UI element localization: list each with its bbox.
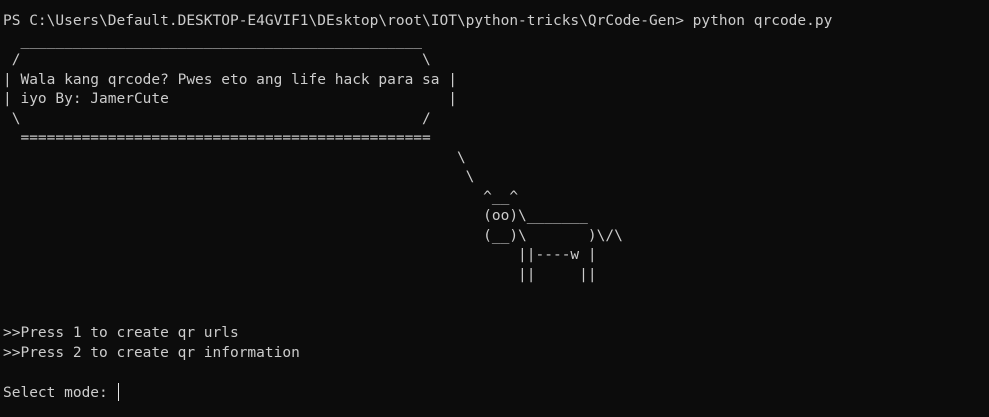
cow-line: (__)\ )\/\	[3, 227, 623, 244]
menu-option-2: >>Press 2 to create qr information	[3, 344, 300, 361]
menu-option-1: >>Press 1 to create qr urls	[3, 325, 239, 341]
command-line: PS C:\Users\Default.DESKTOP-E4GVIF1\DEsk…	[3, 13, 833, 29]
cow-line: ^__^	[3, 188, 519, 205]
bubble-top-border: ________________________________________…	[3, 32, 423, 49]
input-prompt: Select mode:	[3, 384, 117, 401]
input-line[interactable]: Select mode:	[3, 382, 989, 403]
bubble-top-corner: / \	[3, 52, 431, 68]
bubble-text-line-1: | Wala kang qrcode? Pwes eto ang life ha…	[3, 71, 457, 88]
bubble-text-line-2: | iyo By: JamerCute |	[3, 91, 457, 107]
text-cursor	[117, 382, 119, 401]
cow-line: \	[3, 149, 466, 166]
terminal-window[interactable]: PS C:\Users\Default.DESKTOP-E4GVIF1\DEsk…	[0, 0, 989, 417]
speech-bubble: ________________________________________…	[3, 32, 989, 149]
bubble-bottom-border: ========================================…	[3, 130, 431, 146]
cow-line: \	[3, 169, 475, 185]
cow-line: (oo)\_______	[3, 208, 588, 224]
cow-line: || ||	[3, 266, 597, 283]
cow-line: ||----w |	[3, 247, 597, 263]
ascii-cow: \ \ ^__^ (oo)\_______ (__)\)\/\ ||----w…	[3, 149, 989, 286]
bubble-bottom-corner: \ /	[3, 110, 431, 127]
